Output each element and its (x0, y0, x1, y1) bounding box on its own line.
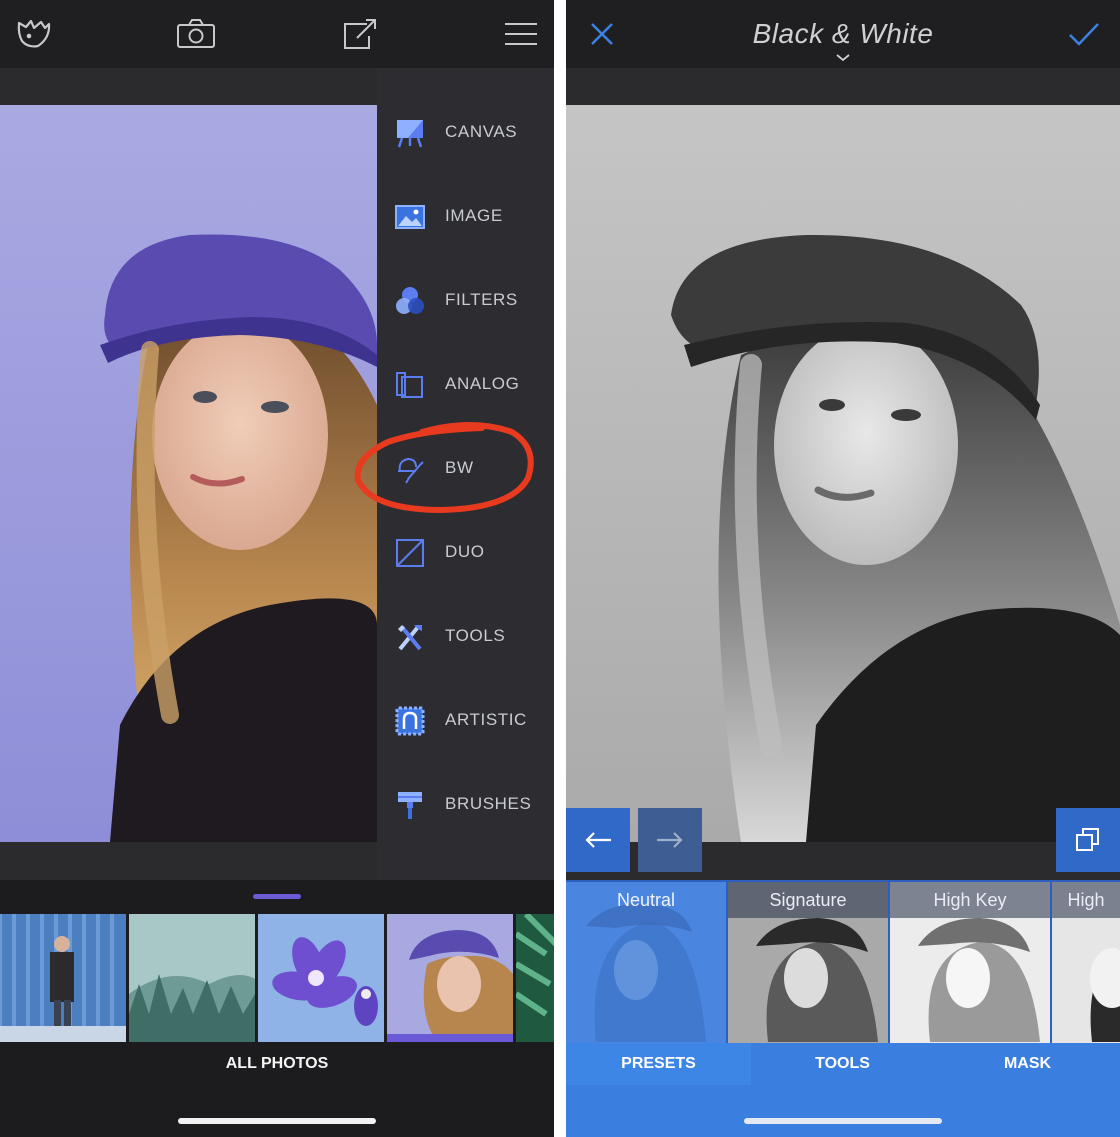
home-indicator (744, 1118, 942, 1124)
man-in-coat-thumbnail[interactable] (0, 914, 126, 1042)
left-screen: CANVAS IMAGE FILTERS ANALOG BW DUO TOOLS (0, 0, 554, 1137)
menu-item-label: BW (445, 458, 474, 477)
analog-icon (396, 372, 423, 398)
album-selector[interactable]: ALL PHOTOS (0, 1055, 554, 1073)
menu-item-artistic[interactable]: ARTISTIC (377, 691, 554, 751)
menu-item-label: ARTISTIC (445, 710, 527, 729)
preset-signature[interactable]: Signature (728, 882, 888, 1043)
photo-canvas[interactable] (566, 105, 1120, 842)
camera-icon[interactable] (174, 14, 218, 54)
canvas-top-margin (566, 68, 1120, 105)
tools-menu: CANVAS IMAGE FILTERS ANALOG BW DUO TOOLS (377, 68, 554, 880)
duo-icon (396, 539, 424, 567)
filters-icon (396, 287, 424, 314)
menu-item-label: FILTERS (445, 290, 518, 309)
menu-item-label: BRUSHES (445, 794, 532, 813)
brushes-icon (398, 792, 422, 819)
preset-label: High (1052, 882, 1120, 918)
thumbnail-strip[interactable] (0, 914, 554, 1042)
artistic-icon (395, 706, 425, 736)
right-screen: Black & White Neutral Signature High Key… (566, 0, 1120, 1137)
compare-icon (1076, 828, 1099, 851)
menu-item-label: DUO (445, 542, 485, 561)
preset-label: Neutral (616, 890, 676, 910)
home-indicator (178, 1118, 376, 1124)
preset-neutral[interactable]: Neutral (566, 882, 726, 1043)
menu-item-bw[interactable]: BW (377, 439, 554, 499)
share-icon[interactable] (337, 14, 381, 54)
redo-button[interactable] (638, 808, 702, 872)
image-icon (395, 205, 425, 229)
tools-icon (398, 625, 422, 651)
preset-label: Signature (728, 882, 888, 918)
menu-item-label: IMAGE (445, 206, 503, 225)
portrait-photo-bw (566, 105, 1120, 842)
bird-logo-icon[interactable] (12, 14, 56, 54)
preset-high-key[interactable]: High Key (890, 882, 1050, 1043)
preset-strip: Neutral Signature High Key High (566, 880, 1120, 1043)
arrow-right-icon (657, 832, 683, 848)
menu-item-canvas[interactable]: CANVAS (377, 103, 554, 163)
purple-flowers-thumbnail[interactable] (258, 914, 384, 1042)
tab-presets[interactable]: PRESETS (566, 1043, 751, 1085)
menu-item-filters[interactable]: FILTERS (377, 271, 554, 331)
compare-button[interactable] (1056, 808, 1120, 872)
tab-mask[interactable]: MASK (935, 1043, 1120, 1085)
misty-forest-thumbnail[interactable] (129, 914, 255, 1042)
bw-toolbar: Black & White (566, 0, 1120, 68)
tab-tools[interactable]: TOOLS (750, 1043, 935, 1085)
bw-icon (398, 457, 424, 484)
woman-in-hat-thumbnail[interactable] (387, 914, 513, 1042)
drag-handle[interactable] (253, 894, 301, 899)
hamburger-menu-icon[interactable] (499, 14, 543, 54)
preset-label: High Key (890, 882, 1050, 918)
portrait-photo (0, 105, 377, 842)
chevron-down-icon[interactable] (836, 54, 850, 62)
menu-item-label: ANALOG (445, 374, 520, 393)
main-toolbar (0, 0, 554, 68)
menu-item-label: CANVAS (445, 122, 518, 141)
menu-item-brushes[interactable]: BRUSHES (377, 775, 554, 835)
checkmark-icon[interactable] (1062, 14, 1106, 54)
preset-high[interactable]: High (1052, 882, 1120, 1043)
undo-button[interactable] (566, 808, 630, 872)
menu-item-label: TOOLS (445, 626, 506, 645)
canvas-bottom-margin (0, 842, 377, 880)
menu-item-analog[interactable]: ANALOG (377, 355, 554, 415)
arrow-left-icon (585, 832, 611, 848)
photo-canvas[interactable] (0, 105, 377, 842)
menu-item-tools[interactable]: TOOLS (377, 607, 554, 667)
green-leaves-thumbnail[interactable] (516, 914, 554, 1042)
panel-title[interactable]: Black & White (566, 18, 1120, 50)
canvas-icon (397, 120, 423, 148)
menu-item-duo[interactable]: DUO (377, 523, 554, 583)
menu-item-image[interactable]: IMAGE (377, 187, 554, 247)
